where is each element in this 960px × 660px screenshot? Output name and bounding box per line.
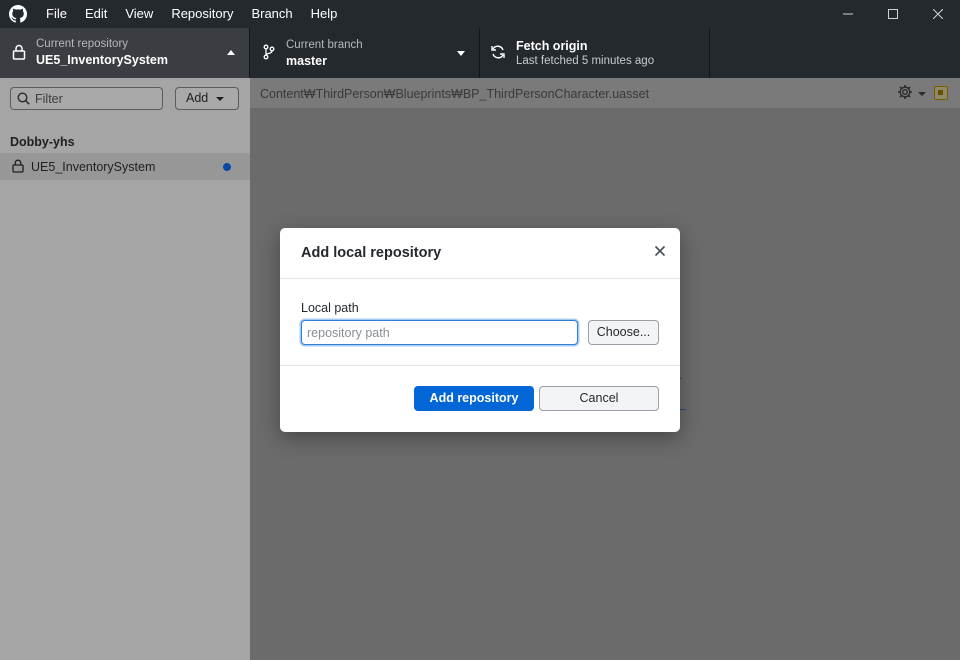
title-bar: File Edit View Repository Branch Help <box>0 0 960 28</box>
chevron-down-icon[interactable] <box>918 92 926 96</box>
diff-view-toggle-icon[interactable] <box>934 86 948 100</box>
menu-view[interactable]: View <box>116 0 162 28</box>
menu-edit[interactable]: Edit <box>76 0 116 28</box>
minimize-button[interactable] <box>825 0 870 28</box>
close-icon <box>932 9 943 19</box>
toolbar: Current repository UE5_InventorySystem C… <box>0 28 960 78</box>
menu-branch[interactable]: Branch <box>242 0 301 28</box>
branch-icon <box>263 44 275 60</box>
dialog-divider <box>280 365 680 366</box>
chevron-down-icon <box>216 97 224 101</box>
last-fetched-text: Last fetched 5 minutes ago <box>516 55 655 67</box>
menu-repository[interactable]: Repository <box>162 0 242 28</box>
current-branch-name: master <box>286 54 327 68</box>
close-icon[interactable] <box>654 245 666 257</box>
chevron-down-icon <box>457 51 465 56</box>
chevron-up-icon <box>227 50 235 55</box>
current-repository-label: Current repository <box>36 38 129 50</box>
dialog-divider <box>280 278 680 279</box>
minimize-icon <box>842 13 853 15</box>
repository-name: UE5_InventorySystem <box>31 160 156 174</box>
gear-icon[interactable] <box>897 84 913 100</box>
list-item-repository[interactable]: UE5_InventorySystem <box>0 153 250 180</box>
filter-input[interactable] <box>35 90 155 107</box>
close-window-button[interactable] <box>915 0 960 28</box>
add-dropdown-button[interactable]: Add <box>175 87 239 110</box>
current-repository-dropdown[interactable]: Current repository UE5_InventorySystem <box>0 28 250 78</box>
sync-icon <box>491 45 505 59</box>
menu-file[interactable]: File <box>37 0 76 28</box>
local-path-input[interactable] <box>301 320 578 345</box>
obscured-link-fragment <box>680 409 686 410</box>
fetch-origin-button[interactable]: Fetch origin Last fetched 5 minutes ago <box>480 28 710 78</box>
repository-list-panel: Add Dobby-yhs UE5_InventorySystem <box>0 78 250 660</box>
add-local-repository-dialog: Add local repository Local path Choose..… <box>280 228 680 432</box>
menu-help[interactable]: Help <box>302 0 347 28</box>
lock-icon <box>12 44 26 60</box>
add-repository-button[interactable]: Add repository <box>414 386 534 411</box>
choose-button[interactable]: Choose... <box>588 320 659 345</box>
file-path-bar: Content₩ThirdPerson₩Blueprints₩BP_ThirdP… <box>250 78 960 109</box>
current-branch-label: Current branch <box>286 39 363 51</box>
filter-box <box>10 87 163 110</box>
menu-bar: File Edit View Repository Branch Help <box>37 0 346 28</box>
github-logo-icon <box>9 5 27 23</box>
local-path-label: Local path <box>301 301 359 315</box>
cancel-button[interactable]: Cancel <box>539 386 659 411</box>
fetch-origin-label: Fetch origin <box>516 39 588 53</box>
add-button-label: Add <box>186 91 209 105</box>
current-branch-dropdown[interactable]: Current branch master <box>250 28 480 78</box>
window-controls <box>825 0 960 28</box>
current-repository-name: UE5_InventorySystem <box>36 53 169 67</box>
maximize-icon <box>887 9 898 19</box>
owner-group-header: Dobby-yhs <box>10 135 75 149</box>
dialog-title: Add local repository <box>301 245 442 261</box>
search-icon <box>17 92 30 105</box>
changes-indicator-dot <box>223 163 231 171</box>
maximize-button[interactable] <box>870 0 915 28</box>
lock-icon <box>12 159 24 173</box>
file-path: Content₩ThirdPerson₩Blueprints₩BP_ThirdP… <box>260 87 650 101</box>
